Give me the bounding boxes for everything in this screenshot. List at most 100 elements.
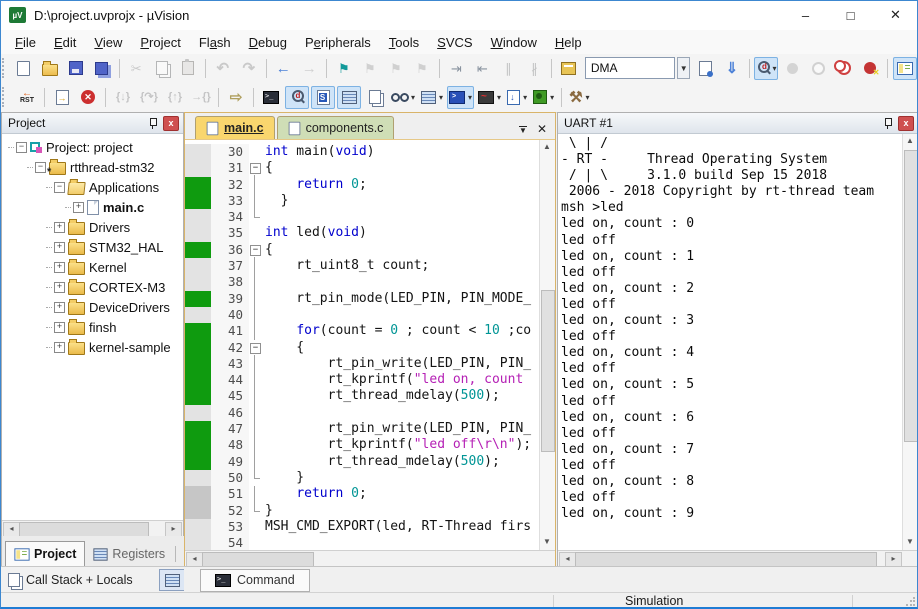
scroll-thumb[interactable] (904, 150, 918, 442)
expand-icon[interactable]: + (54, 262, 65, 273)
scroll-thumb[interactable] (202, 552, 314, 567)
expand-icon[interactable]: + (54, 242, 65, 253)
pin-icon[interactable] (148, 117, 158, 129)
paste-icon[interactable] (176, 57, 200, 80)
editor-close-icon[interactable]: ✕ (537, 123, 547, 135)
tree-item-kernel-sample[interactable]: +kernel-sample (2, 337, 183, 357)
code-area[interactable]: 30int main(void)31{32 return 0;33 }3435i… (185, 140, 540, 550)
scroll-thumb[interactable] (541, 290, 555, 452)
code-line-32[interactable]: 32 return 0; (185, 177, 540, 193)
tree-item-project-project[interactable]: −Project: project (2, 137, 183, 157)
bookmark-prev-icon[interactable]: ⚑ (358, 57, 382, 80)
editor-tab-main-c[interactable]: main.c (195, 116, 275, 139)
pin-icon[interactable] (883, 117, 893, 129)
reset-cpu-icon[interactable]: RST (15, 86, 39, 109)
bookmark-next-icon[interactable]: ⚑ (384, 57, 408, 80)
run-icon[interactable]: ⇨ (224, 86, 248, 109)
menu-file[interactable]: File (6, 32, 45, 53)
menu-flash[interactable]: Flash (190, 32, 240, 53)
symbol-window-icon[interactable] (311, 86, 335, 109)
uart-vscrollbar[interactable]: ▲ ▼ (902, 134, 918, 550)
scroll-thumb[interactable] (19, 522, 149, 537)
new-file-icon[interactable] (12, 57, 36, 80)
tree-item-rtthread-stm32[interactable]: −rtthread-stm32 (2, 157, 183, 177)
navigate-back-icon[interactable]: ← (271, 57, 295, 80)
menu-edit[interactable]: Edit (45, 32, 85, 53)
registers-window-icon[interactable] (337, 86, 361, 109)
minimize-button[interactable]: – (783, 0, 828, 30)
toolbox-icon-dropdown[interactable]: ▾ (550, 93, 554, 102)
tree-item-applications[interactable]: −Applications (2, 177, 183, 197)
menu-project[interactable]: Project (131, 32, 190, 53)
copy-icon[interactable] (150, 57, 174, 80)
scroll-right-icon[interactable]: ▸ (885, 552, 902, 567)
find-next-icon[interactable]: ⇓ (720, 57, 744, 80)
tree-item-drivers[interactable]: +Drivers (2, 217, 183, 237)
code-line-45[interactable]: 45 rt_thread_mdelay(500); (185, 388, 540, 404)
code-line-46[interactable]: 46 (185, 405, 540, 421)
comment-icon[interactable]: ∥ (496, 57, 520, 80)
code-line-54[interactable]: 54 (185, 535, 540, 550)
memory-pane-button[interactable] (159, 569, 185, 591)
maximize-button[interactable]: □ (828, 0, 873, 30)
scroll-left-icon[interactable]: ◂ (3, 522, 20, 537)
project-hscrollbar[interactable]: ◂ ▸ (2, 520, 183, 537)
command-window-icon[interactable] (259, 86, 283, 109)
code-line-50[interactable]: 50 } (185, 470, 540, 486)
find-in-files-icon[interactable] (557, 57, 581, 80)
scroll-thumb[interactable] (575, 552, 877, 567)
editor-vscrollbar[interactable]: ▲ ▼ (539, 140, 555, 550)
incremental-find-icon-dropdown[interactable]: ▾ (772, 64, 776, 73)
expand-icon[interactable]: + (54, 222, 65, 233)
fold-collapse-icon[interactable] (249, 242, 262, 258)
uart-panel-close-icon[interactable]: x (898, 116, 914, 131)
window-list-icon[interactable]: ▼ (519, 126, 527, 133)
scroll-left-icon[interactable]: ◂ (186, 552, 203, 567)
tab-registers[interactable]: Registers (85, 542, 173, 566)
system-viewer-icon-dropdown[interactable]: ▾ (523, 93, 527, 102)
serial-window-icon[interactable]: ▾ (447, 86, 474, 109)
code-line-39[interactable]: 39 rt_pin_mode(LED_PIN, PIN_MODE_ (185, 291, 540, 307)
expand-icon[interactable]: + (73, 202, 84, 213)
find-text-combobox[interactable]: DMA (585, 57, 676, 79)
uart-hscrollbar[interactable]: ◂ ▸ (558, 550, 918, 567)
menu-svcs[interactable]: SVCS (428, 32, 481, 53)
code-line-52[interactable]: 52} (185, 503, 540, 519)
expand-icon[interactable]: + (54, 282, 65, 293)
configure-tools-icon-dropdown[interactable]: ▾ (586, 93, 590, 102)
find-combo-dropdown-button[interactable]: ▼ (677, 57, 690, 79)
undo-icon[interactable]: ↶ (211, 57, 235, 80)
collapse-icon[interactable]: − (16, 142, 27, 153)
uart-output[interactable]: \ | /- RT - Thread Operating System / | … (561, 136, 903, 550)
incremental-find-icon[interactable]: ▾ (754, 57, 778, 80)
code-line-44[interactable]: 44 rt_kprintf("led on, count (185, 372, 540, 388)
menu-help[interactable]: Help (546, 32, 591, 53)
bookmark-clear-icon[interactable]: ⚑ (410, 57, 434, 80)
scroll-up-icon[interactable]: ▲ (541, 141, 553, 154)
code-line-49[interactable]: 49 rt_thread_mdelay(500); (185, 454, 540, 470)
scroll-up-icon[interactable]: ▲ (904, 135, 916, 148)
redo-icon[interactable]: ↷ (237, 57, 261, 80)
logic-analyzer-icon[interactable]: ▾ (476, 86, 503, 109)
watch-window-icon[interactable]: ▾ (389, 86, 417, 109)
project-panel-close-icon[interactable]: x (163, 116, 179, 131)
find-results-icon[interactable] (694, 57, 718, 80)
system-viewer-icon[interactable]: ▾ (505, 86, 529, 109)
step-out-icon[interactable]: {↑} (163, 86, 187, 109)
menu-tools[interactable]: Tools (380, 32, 428, 53)
resize-grip[interactable] (905, 597, 915, 607)
code-line-48[interactable]: 48 rt_kprintf("led off\r\n"); (185, 437, 540, 453)
fold-collapse-icon[interactable] (249, 340, 262, 356)
code-line-40[interactable]: 40 (185, 307, 540, 323)
menu-view[interactable]: View (85, 32, 131, 53)
code-line-35[interactable]: 35int led(void) (185, 225, 540, 241)
navigate-forward-icon[interactable]: → (297, 57, 321, 80)
code-line-30[interactable]: 30int main(void) (185, 144, 540, 160)
save-all-icon[interactable] (90, 57, 114, 80)
tab-project[interactable]: Project (5, 541, 85, 566)
code-line-53[interactable]: 53MSH_CMD_EXPORT(led, RT-Thread firs (185, 519, 540, 535)
editor-tab-components-c[interactable]: components.c (277, 116, 395, 139)
scroll-left-icon[interactable]: ◂ (559, 552, 576, 567)
code-line-31[interactable]: 31{ (185, 160, 540, 176)
collapse-icon[interactable]: − (35, 162, 46, 173)
